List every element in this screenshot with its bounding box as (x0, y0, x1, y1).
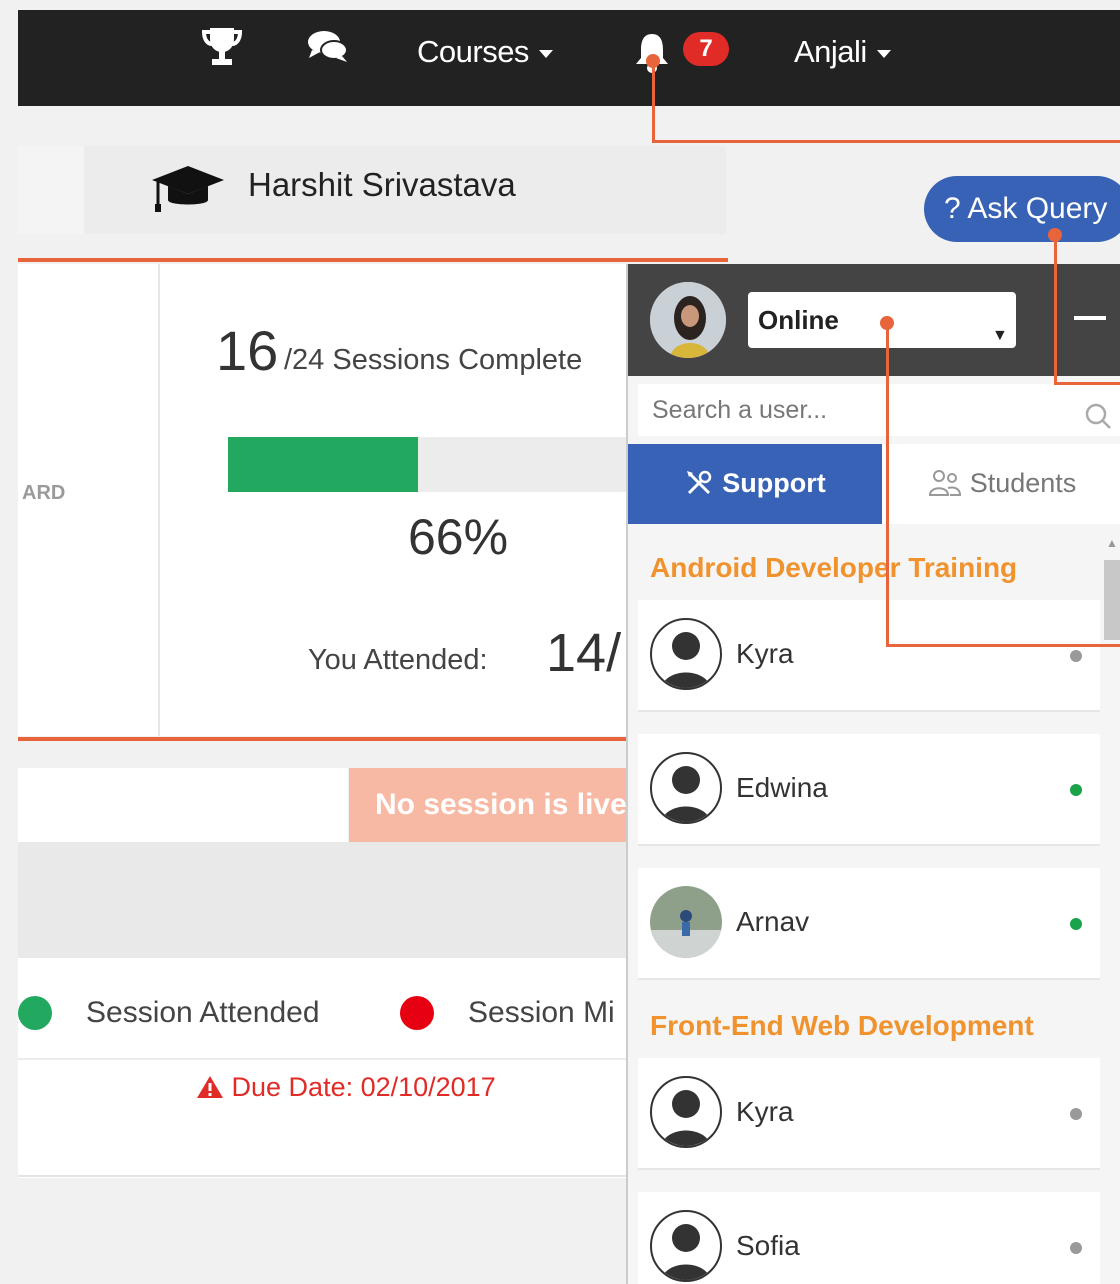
orange-divider-top (18, 258, 728, 262)
top-navbar: Courses Anjali (18, 10, 1120, 106)
minimize-icon[interactable] (1074, 316, 1106, 320)
callout-line (652, 140, 1120, 143)
profile-tab-left (18, 146, 84, 234)
user-name: Kyra (736, 1096, 794, 1127)
callout-line (1054, 382, 1120, 385)
callout-line (652, 60, 655, 142)
missed-legend-dot (400, 996, 434, 1030)
divider (18, 1175, 628, 1177)
section-band (18, 842, 628, 958)
status-dot (1070, 918, 1082, 930)
tab-students[interactable]: Students (882, 444, 1120, 524)
chevron-down-icon (538, 49, 553, 58)
attended-value: 14/ (546, 623, 622, 683)
trophy-icon[interactable] (201, 24, 243, 73)
dropdown-arrow-icon: ▼ (992, 327, 1008, 344)
ask-query-button[interactable]: ? Ask Query (924, 176, 1120, 242)
status-dot (1070, 1108, 1082, 1120)
tab-support-label: Support (722, 468, 826, 498)
courses-menu[interactable]: Courses (417, 34, 553, 70)
user-list-item[interactable]: Edwina (638, 734, 1100, 846)
group-title: Front-End Web Development (650, 1010, 1034, 1041)
sessions-completed-text: /24 Sessions Complete (284, 344, 583, 376)
session-legend-area (18, 958, 628, 1178)
tab-students-label: Students (969, 468, 1077, 498)
divider (18, 1058, 628, 1060)
callout-dot (1048, 228, 1062, 242)
user-label: Anjali (794, 34, 867, 69)
tab-support[interactable]: Support (628, 444, 882, 524)
sessions-completed-count: 16 (216, 319, 279, 382)
chat-icon[interactable] (306, 28, 350, 69)
attended-legend-dot (18, 996, 52, 1030)
group-title: Android Developer Training (650, 552, 1018, 583)
callout-dot (646, 54, 660, 68)
progress-bar-fill (228, 437, 419, 492)
due-date: Due Date: 02/10/2017 (196, 1072, 496, 1103)
user-name: Arnav (736, 906, 810, 937)
graduation-cap-icon (150, 164, 226, 219)
chat-header: Online ▼ (628, 264, 1120, 376)
user-name: Kyra (736, 638, 794, 669)
user-list-item[interactable]: Kyra (638, 1058, 1100, 1170)
avatar (650, 1076, 722, 1148)
my-avatar[interactable] (650, 282, 726, 358)
avatar (650, 886, 722, 958)
search-icon[interactable] (1084, 396, 1112, 448)
avatar (650, 618, 722, 690)
status-value: Online (758, 305, 839, 335)
attended-label: You Attended: (308, 644, 488, 676)
orange-divider-bottom (18, 737, 628, 741)
user-name: Sofia (736, 1230, 800, 1261)
missed-legend-label: Session Mi (468, 996, 615, 1029)
dashboard-label: ARD (22, 482, 66, 504)
callout-dot (880, 316, 894, 330)
chevron-down-icon (876, 49, 891, 58)
status-dot (1070, 784, 1082, 796)
user-name: Edwina (736, 772, 828, 803)
tools-icon (687, 470, 712, 495)
progress-percent: 66% (408, 509, 509, 565)
callout-line (1054, 234, 1057, 384)
due-date-text: Due Date: 02/10/2017 (231, 1072, 496, 1102)
search-placeholder: Search a user... (652, 396, 828, 424)
live-session-strip (18, 768, 348, 842)
user-search-input[interactable]: Search a user... (638, 384, 1120, 436)
attended-legend-label: Session Attended (86, 996, 320, 1029)
courses-label: Courses (417, 34, 529, 69)
warning-icon (197, 1076, 223, 1098)
users-icon (928, 470, 961, 496)
user-list-item[interactable]: Kyra (638, 600, 1100, 712)
student-name: Harshit Srivastava (248, 166, 516, 203)
user-list-item[interactable]: Sofia (638, 1192, 1100, 1284)
callout-line (886, 322, 889, 646)
user-list-item[interactable]: Arnav (638, 868, 1100, 980)
user-menu[interactable]: Anjali (794, 34, 891, 70)
status-dot (1070, 650, 1082, 662)
status-dot (1070, 1242, 1082, 1254)
scrollbar-thumb[interactable] (1104, 560, 1120, 640)
avatar (650, 752, 722, 824)
chat-panel: Online ▼ Search a user... Support Studen… (626, 264, 1120, 1284)
avatar (650, 1210, 722, 1282)
scroll-up-icon[interactable]: ▲ (1106, 536, 1118, 550)
callout-line (886, 644, 1120, 647)
notification-badge[interactable]: 7 (683, 32, 729, 66)
live-session-banner: No session is live (349, 768, 629, 842)
